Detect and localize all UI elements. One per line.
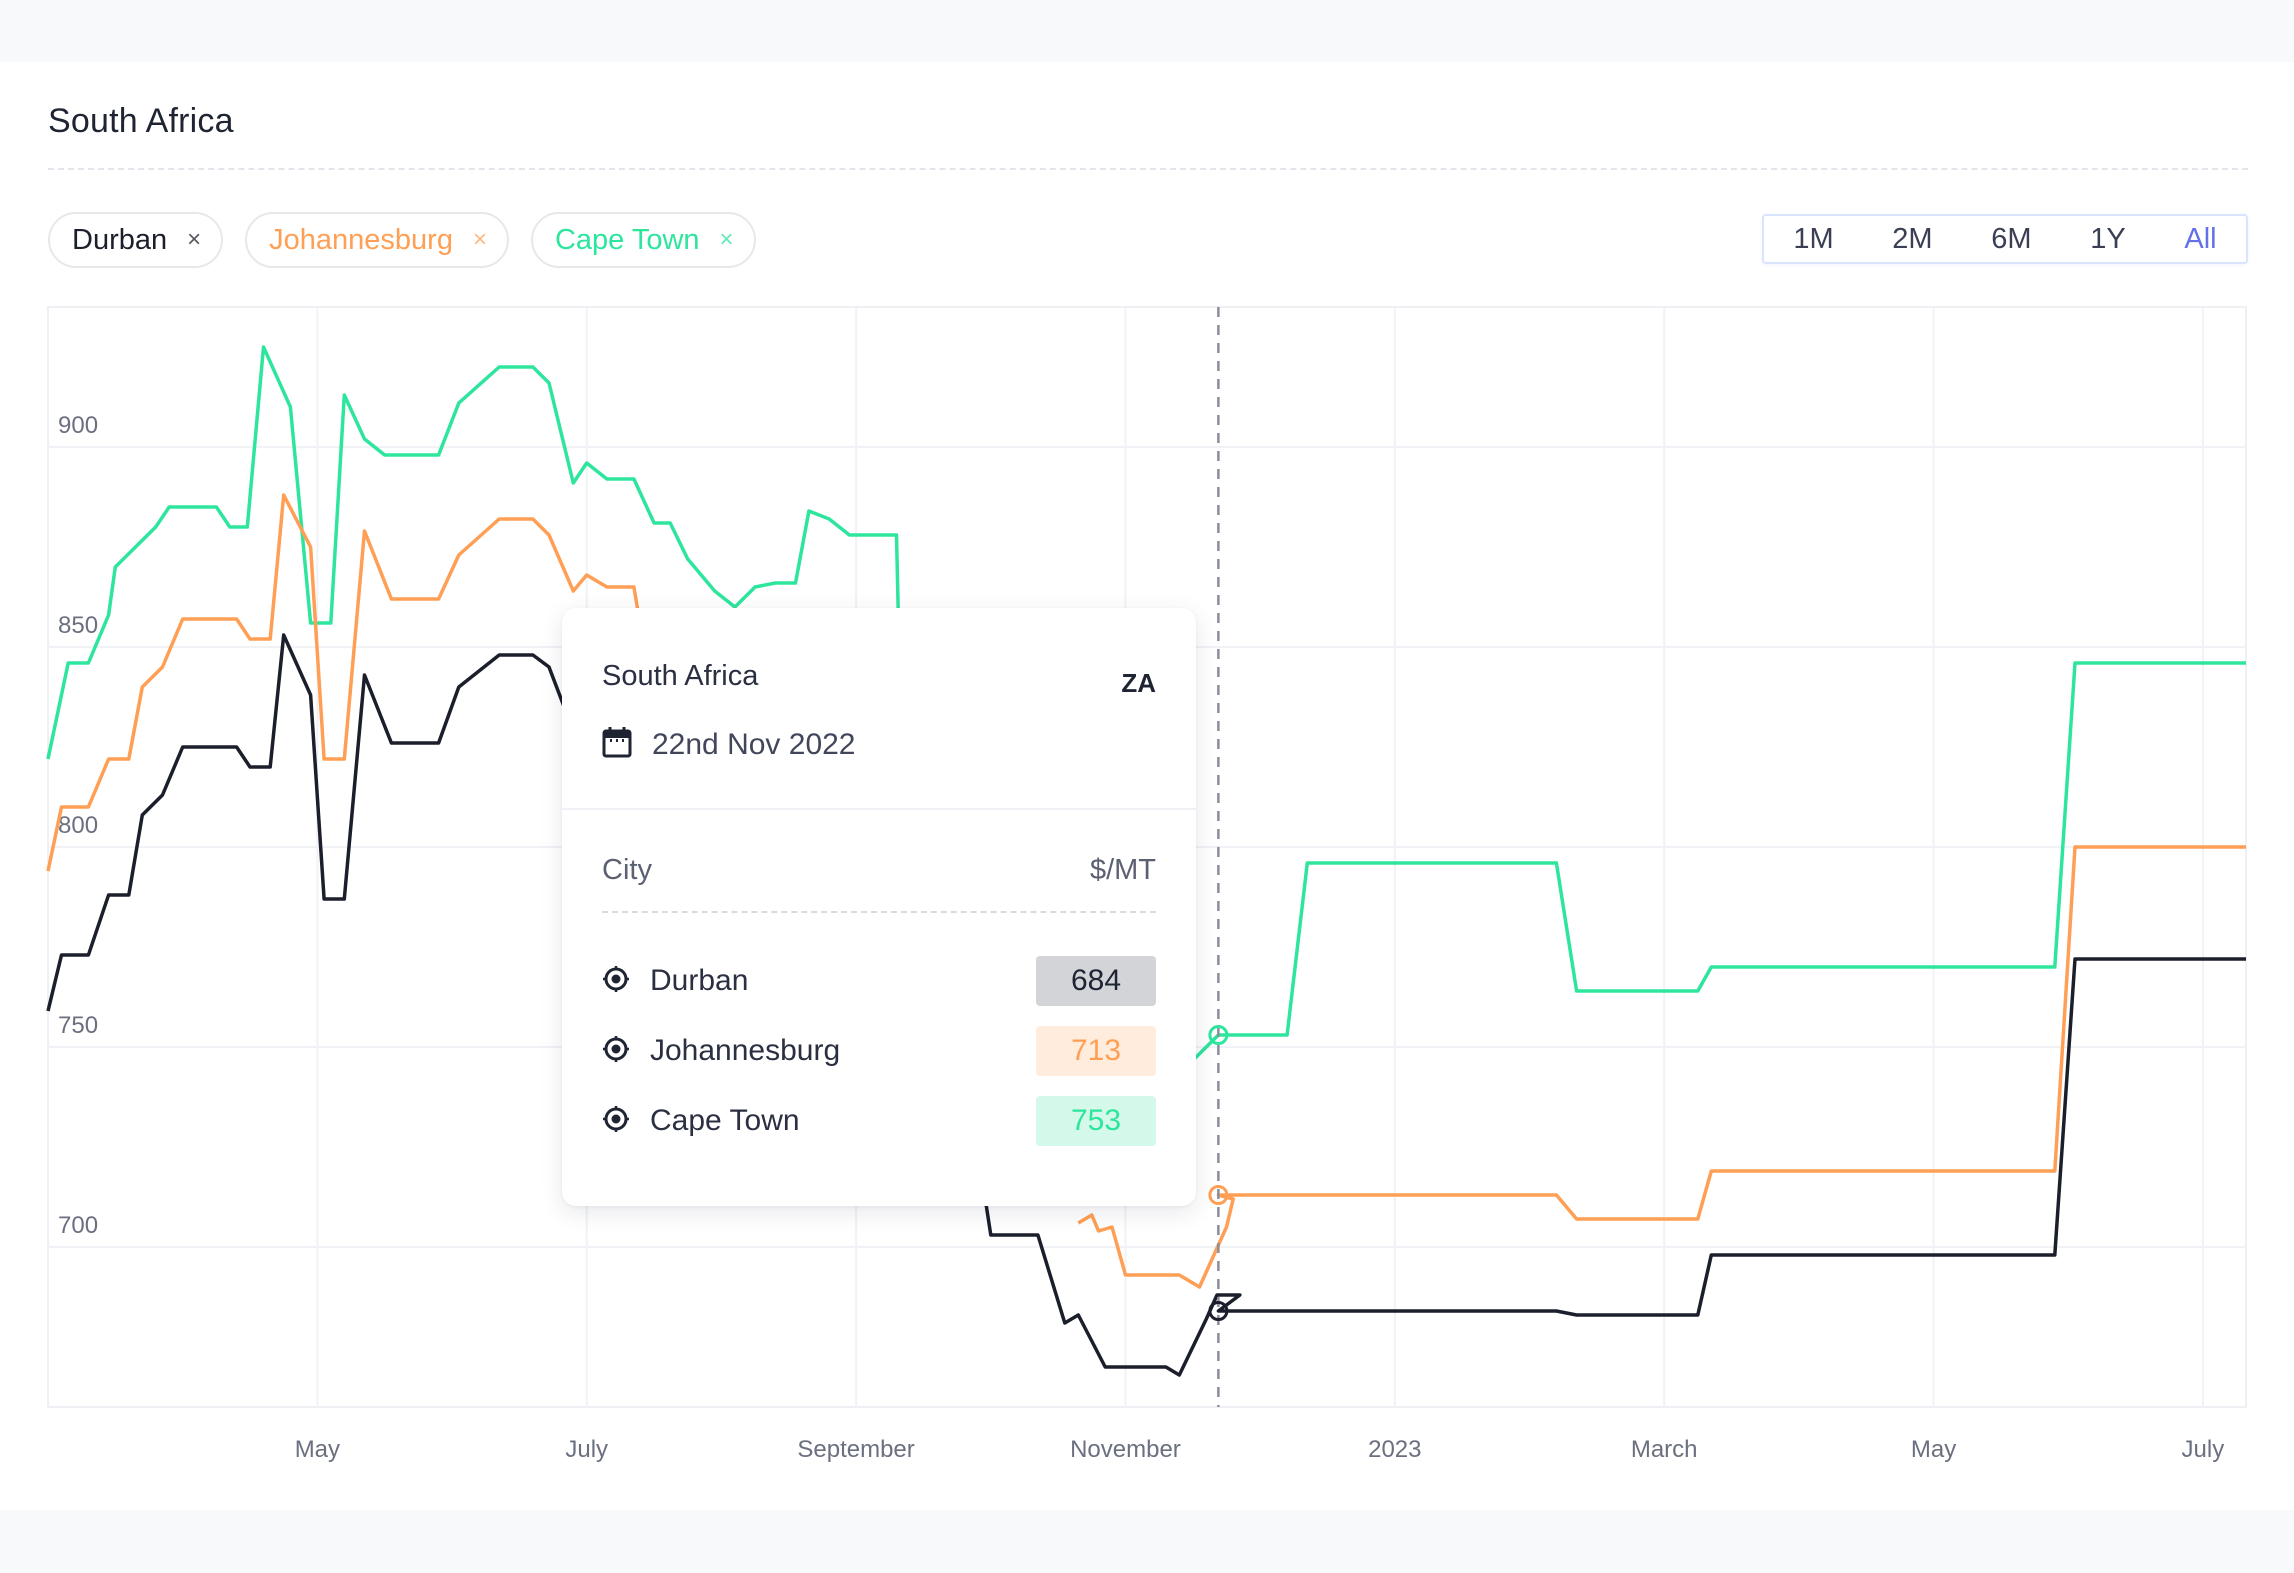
tooltip-value-badge: 713 xyxy=(1036,1026,1156,1076)
x-tick-label: 2023 xyxy=(1368,1436,1421,1463)
tooltip-row-johannesburg: Johannesburg 713 xyxy=(602,1026,1156,1076)
series-line-durban-segment-1 xyxy=(46,633,628,1012)
x-tick-label: July xyxy=(565,1436,608,1463)
tooltip-city-name: Cape Town xyxy=(650,1104,800,1137)
tooltip-date: 22nd Nov 2022 xyxy=(652,727,856,761)
y-tick-label: 850 xyxy=(58,612,98,639)
target-icon xyxy=(602,1105,630,1138)
tooltip-city-name: Johannesburg xyxy=(650,1034,841,1067)
series-line-johannesburg-segment-1 xyxy=(46,493,643,872)
tooltip-value-badge: 684 xyxy=(1036,956,1156,1006)
chart-tooltip: South Africa ZA 22nd Nov 2022 City $/MT … xyxy=(562,608,1196,1206)
x-tick-label: March xyxy=(1631,1436,1698,1463)
tooltip-col-unit: $/MT xyxy=(1089,854,1156,886)
tooltip-city-name: Durban xyxy=(650,964,749,997)
x-tick-label: May xyxy=(1911,1436,1956,1463)
y-tick-label: 700 xyxy=(58,1212,98,1239)
y-axis-ticks: 700 750 800 850 900 xyxy=(58,412,98,1239)
y-tick-label: 750 xyxy=(58,1012,98,1039)
series-line-johannesburg-segment-2 xyxy=(1077,845,2246,1289)
tooltip-col-city: City xyxy=(602,854,652,886)
y-tick-label: 800 xyxy=(58,812,98,839)
y-tick-label: 900 xyxy=(58,412,98,439)
x-tick-label: November xyxy=(1070,1436,1181,1463)
tooltip-row-durban: Durban 684 xyxy=(602,956,1156,1006)
x-tick-label: May xyxy=(295,1436,340,1463)
target-icon xyxy=(602,965,630,998)
tooltip-header-divider xyxy=(602,911,1156,913)
x-tick-label: July xyxy=(2182,1436,2225,1463)
tooltip-date-row: 22nd Nov 2022 xyxy=(602,726,856,763)
series-line-cape-town-segment-2 xyxy=(1172,661,2246,1069)
target-icon xyxy=(602,1035,630,1068)
calendar-icon xyxy=(602,726,632,763)
tooltip-row-cape-town: Cape Town 753 xyxy=(602,1096,1156,1146)
tooltip-divider xyxy=(562,808,1196,810)
tooltip-country: South Africa xyxy=(602,660,759,692)
tooltip-value-badge: 753 xyxy=(1036,1096,1156,1146)
x-tick-label: September xyxy=(797,1436,914,1463)
tooltip-country-code: ZA xyxy=(1121,668,1156,698)
x-axis-ticks: May July September November 2023 March May July xyxy=(295,1436,2225,1463)
